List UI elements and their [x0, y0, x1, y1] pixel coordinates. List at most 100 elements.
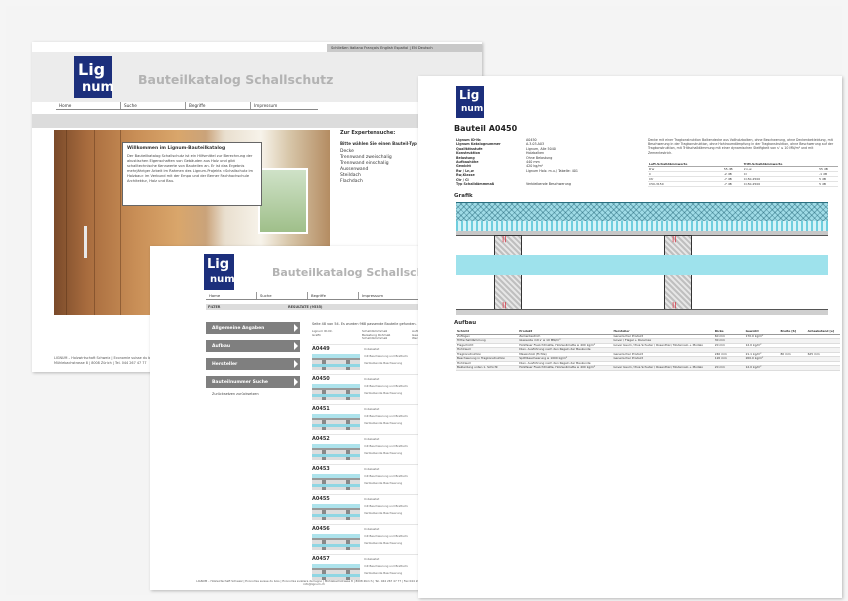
nav-begriffe-b[interactable]: Begriffe: [308, 292, 359, 299]
property-value: 420 kg/m²: [526, 164, 543, 169]
col-head-values: Schalldämmmaß Belastung Rohmaß Schalldäm…: [362, 329, 391, 341]
result-row-text: Unbelastet: [364, 497, 380, 501]
result-thumbnail[interactable]: [312, 354, 360, 370]
result-row-text: Unbelastet: [364, 527, 380, 531]
property-value: Holzbalken: [526, 151, 545, 156]
property-value: Lignum Holz. m.u./ Tabelle: 401: [526, 168, 578, 173]
arrow-right-icon: [294, 360, 298, 368]
result-row-text: Unbelastet: [364, 437, 380, 441]
result-row-text: mit Beschwerung und Brettschalung: [364, 384, 408, 388]
result-row-text: Unbelastet: [364, 467, 380, 471]
property-value: A.3.03.A03: [526, 142, 545, 147]
property-label: Ctr / Cl: [456, 177, 469, 182]
result-row-text: Unbelastet: [364, 557, 380, 561]
impact-layer: [456, 221, 828, 231]
filter-allgemeine-angaben[interactable]: Allgemeine Angaben: [206, 322, 300, 334]
result-thumbnail[interactable]: [312, 444, 360, 460]
main-nav-b: Home Suche Begriffe Impressum: [206, 292, 436, 300]
description-text: Decke mit einer Tragkonstruktion Balkend…: [648, 138, 834, 155]
filter-bauteilnummer-suche[interactable]: Bauteilnummer Suche: [206, 376, 300, 388]
result-row-text: mit Beschwerung und Brettschalung: [364, 414, 408, 418]
build-table-cell: Bekleidung unten 1. Schicht: [456, 365, 519, 371]
result-id[interactable]: A0449: [312, 346, 330, 352]
bauteil-title: Bauteil A0450: [454, 124, 518, 133]
sound-table-cell: Cl,50-2500: [742, 181, 819, 187]
result-row-text: mit Beschwerung und Brettschalung: [364, 354, 408, 358]
filter-hersteller-label: Hersteller: [212, 361, 238, 367]
screw-marks: ||: [672, 236, 677, 243]
language-bar-text[interactable]: Schließen Italiano Français English Espa…: [331, 46, 433, 50]
nav-impressum[interactable]: Impressum: [251, 102, 315, 109]
nav-impressum-b[interactable]: Impressum: [359, 292, 409, 299]
nav-suche[interactable]: Suche: [121, 102, 186, 109]
page-title: Bauteilkatalog Schallschutz: [138, 72, 334, 87]
arrow-right-icon: [294, 342, 298, 350]
sound-table-cell: -7 dB: [722, 181, 743, 187]
nav-begriffe[interactable]: Begriffe: [186, 102, 251, 109]
property-label: Belastung: [456, 155, 475, 160]
section-graphic: || || || ||: [456, 202, 828, 315]
result-row-text: Unbelastet: [364, 407, 380, 411]
result-id[interactable]: A0450: [312, 376, 330, 382]
result-thumbnail[interactable]: [312, 384, 360, 400]
property-label: Aufbauhöhe: [456, 159, 479, 164]
result-thumbnail[interactable]: [312, 534, 360, 550]
property-label: Rw / Ln,w: [456, 168, 474, 173]
lignum-logo-b[interactable]: Lig num: [204, 254, 235, 290]
result-row-text: Verbleibende Beschwerung: [364, 421, 403, 425]
result-thumbnail[interactable]: [312, 414, 360, 430]
result-thumbnail[interactable]: [312, 564, 360, 580]
result-thumbnail[interactable]: [312, 504, 360, 520]
property-row: Typ Schalldämmmaß Verbleibende Beschwerun…: [456, 182, 626, 186]
filter-aufbau[interactable]: Aufbau: [206, 340, 300, 352]
nav-suche-b[interactable]: Suche: [257, 292, 308, 299]
nav-home-b[interactable]: Home: [206, 292, 257, 299]
result-row-text: mit Beschwerung und Brettschalung: [364, 504, 408, 508]
filter-label: FILTER: [208, 305, 221, 309]
result-row-text: mit Beschwerung und Brettschalung: [364, 474, 408, 478]
build-table-cell: 12.0 kg/m²: [744, 365, 780, 371]
nav-home[interactable]: Home: [56, 102, 121, 109]
properties-list: Lignum ID-Nr. A0450 Lignum Katalognummer A.…: [456, 138, 626, 186]
screw-marks: ||: [672, 302, 677, 309]
lignum-logo[interactable]: Lig num: [74, 56, 114, 98]
screw-marks: ||: [502, 236, 507, 243]
section-bar: FILTER RESULTATE (9535): [206, 304, 436, 310]
screed-layer: [456, 202, 828, 222]
property-label: Rw,Klasse: [456, 173, 475, 178]
result-thumbnail[interactable]: [312, 474, 360, 490]
footer-b: LIGNUM – Holzwirtschaft Schweiz | Econom…: [196, 579, 432, 587]
arrow-right-icon: [294, 378, 298, 386]
result-id[interactable]: A0456: [312, 526, 330, 532]
ballast-layer: [456, 255, 828, 275]
filter-aufbau-label: Aufbau: [212, 343, 231, 349]
build-table-cell: Isover Issum / Piva Schuder / Rosenthal …: [612, 365, 714, 371]
result-id[interactable]: A0453: [312, 466, 330, 472]
result-id[interactable]: A0452: [312, 436, 330, 442]
sound-table-cell: 5 dB: [818, 181, 838, 187]
page-title-b: Bauteilkatalog Schallschutz: [272, 266, 436, 279]
result-id[interactable]: A0451: [312, 406, 330, 412]
property-value: Verbleibende Beschwerung: [526, 181, 571, 186]
sound-table-row: C50-3150 -7 dB Cl,50-2500 5 dB: [648, 181, 838, 187]
gray-strip: [32, 114, 482, 128]
build-label: Aufbau: [454, 320, 477, 326]
filter-allgemeine-label: Allgemeine Angaben: [212, 325, 265, 331]
property-value: 440 mm: [526, 159, 540, 164]
property-value: A0450: [526, 138, 537, 142]
build-table-cell: Holzfaser Flexichtmatte, Holzwollmatte ≥…: [518, 365, 613, 371]
filter-hersteller[interactable]: Hersteller: [206, 358, 300, 370]
language-bar[interactable]: Schließen Italiano Français English Espa…: [327, 44, 482, 52]
result-id[interactable]: A0455: [312, 496, 330, 502]
result-row-text: Unbelastet: [364, 377, 380, 381]
property-value: Ohne Belastung: [526, 155, 553, 160]
result-id[interactable]: A0457: [312, 556, 330, 562]
reset-link[interactable]: Zurücksetzen zurücksetzen: [212, 392, 259, 396]
col-head-id: Lignum ID-Nr. Grafik: [312, 329, 333, 337]
property-value: Lignum, Alle 5040: [526, 146, 556, 151]
result-row-text: Verbleibende Beschwerung: [364, 361, 403, 365]
sound-values-table: Luft-Schalldämmwerte Tritt-Schalldämmwert…: [648, 162, 838, 187]
window-bauteil-detail: Lig num Bauteil A0450 Lignum ID-Nr. A0450…: [418, 76, 842, 598]
lignum-logo-c[interactable]: Lig num: [456, 86, 484, 118]
arrow-right-icon: [294, 324, 298, 332]
